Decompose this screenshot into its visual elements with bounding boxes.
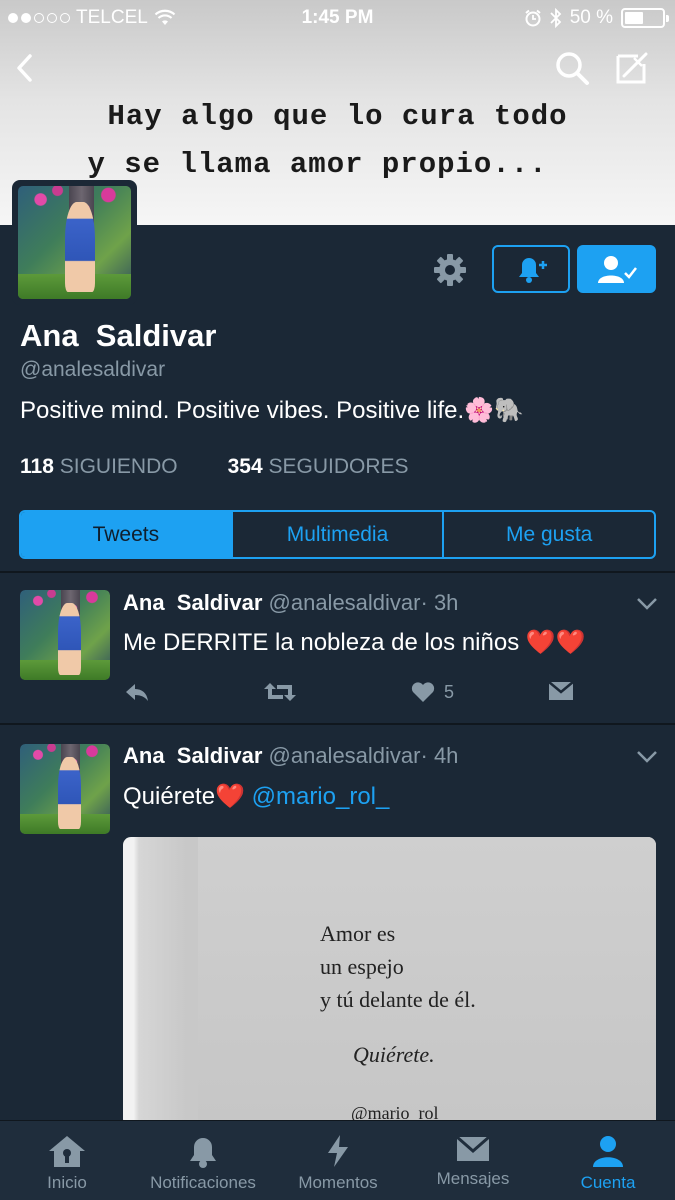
following-button[interactable] xyxy=(577,245,656,293)
reply-button[interactable] xyxy=(123,680,151,704)
tweet-header: Ana Saldivar @analesaldivar· 4h xyxy=(123,743,458,769)
retweet-icon xyxy=(264,683,296,701)
bluetooth-icon xyxy=(550,8,561,28)
tweet-time: · 3h xyxy=(420,590,459,615)
following-count: 118 xyxy=(20,455,54,478)
divider xyxy=(0,723,675,725)
status-bar: TELCEL 1:45 PM 50 % xyxy=(0,0,675,36)
tweet-author-handle: @analesaldivar xyxy=(268,743,421,768)
person-icon xyxy=(593,1136,623,1167)
profile-tabs: Tweets Multimedia Me gusta xyxy=(19,510,656,559)
compose-icon[interactable] xyxy=(612,48,652,88)
heart-icon xyxy=(411,682,435,702)
tab-tweets[interactable]: Tweets xyxy=(21,512,233,557)
nav-label: Momentos xyxy=(298,1173,378,1192)
tweet-author-handle: @analesaldivar xyxy=(268,590,421,615)
profile-bio: Positive mind. Positive vibes. Positive … xyxy=(20,397,524,424)
tweet-actions: 5 xyxy=(123,680,583,710)
followers-count-link[interactable]: 354 SEGUIDORES xyxy=(228,455,409,479)
person-check-icon xyxy=(597,256,637,283)
nav-label: Mensajes xyxy=(436,1169,510,1188)
nav-label: Inicio xyxy=(47,1173,87,1192)
bell-icon xyxy=(190,1138,216,1168)
like-button[interactable]: 5 xyxy=(410,680,454,704)
following-label: SIGUIENDO xyxy=(59,455,178,478)
profile-handle: @analesaldivar xyxy=(20,358,166,381)
divider xyxy=(0,571,675,573)
nav-label: Notificaciones xyxy=(150,1173,256,1192)
tab-likes[interactable]: Me gusta xyxy=(444,512,654,557)
lightning-icon xyxy=(328,1135,348,1167)
mention-link[interactable]: @mario_rol_ xyxy=(252,783,390,810)
tweet-text: Me DERRITE la nobleza de los niños ❤️❤️ xyxy=(123,629,586,656)
tweet-avatar[interactable] xyxy=(20,590,110,680)
nav-inicio[interactable]: Inicio xyxy=(22,1121,112,1200)
image-text-line: y tú delante de él. xyxy=(320,987,476,1012)
chevron-down-icon[interactable] xyxy=(636,750,658,764)
search-icon[interactable] xyxy=(552,48,592,88)
nav-notificaciones[interactable]: Notificaciones xyxy=(138,1121,268,1200)
image-text-line: Amor es xyxy=(320,921,396,946)
chevron-down-icon[interactable] xyxy=(636,597,658,611)
retweet-button[interactable] xyxy=(263,680,297,704)
profile-avatar[interactable] xyxy=(12,180,137,305)
followers-label: SEGUIDORES xyxy=(268,455,409,478)
tweet-text-body: Quiérete❤️ xyxy=(123,783,245,810)
tweet-media-image[interactable]: Amor es un espejo y tú delante de él. Qu… xyxy=(123,837,656,1127)
gear-icon[interactable] xyxy=(432,252,468,288)
followers-count: 354 xyxy=(227,455,263,478)
tab-multimedia[interactable]: Multimedia xyxy=(233,512,445,557)
nav-mensajes[interactable]: Mensajes xyxy=(428,1121,518,1200)
tweet-author-name[interactable]: Ana Saldivar xyxy=(123,743,262,768)
envelope-icon xyxy=(548,681,574,700)
bell-plus-icon xyxy=(519,258,547,283)
tweet-time: · 4h xyxy=(420,743,459,768)
nav-cuenta[interactable]: Cuenta xyxy=(563,1121,653,1200)
battery-percent: 50 % xyxy=(569,7,613,28)
reply-icon xyxy=(126,684,148,701)
tweet-avatar[interactable] xyxy=(20,744,110,834)
following-count-link[interactable]: 118 SIGUIENDO xyxy=(20,455,178,479)
image-text-line: Quiérete. xyxy=(353,1042,435,1067)
direct-message-button[interactable] xyxy=(548,680,574,702)
alarm-icon xyxy=(525,9,541,27)
follow-counts: 118 SIGUIENDO 354 SEGUIDORES xyxy=(20,455,409,479)
nav-momentos[interactable]: Momentos xyxy=(288,1121,388,1200)
banner-line-2: y se llama amor propio... xyxy=(87,148,548,181)
image-text-line: un espejo xyxy=(320,954,404,979)
back-icon[interactable] xyxy=(6,48,46,88)
notifications-bell-button[interactable] xyxy=(492,245,570,293)
book-page xyxy=(198,837,656,1127)
profile-name: Ana Saldivar xyxy=(20,318,217,353)
home-icon xyxy=(49,1136,85,1167)
battery-icon xyxy=(621,8,669,28)
tweet-text: Quiérete❤️ @mario_rol_ xyxy=(123,782,389,811)
tweet-author-name[interactable]: Ana Saldivar xyxy=(123,590,262,615)
envelope-icon xyxy=(456,1135,490,1161)
banner-line-1: Hay algo que lo cura todo xyxy=(107,100,568,133)
like-count: 5 xyxy=(444,681,455,702)
bottom-nav: Inicio Notificaciones Momentos Mensajes … xyxy=(0,1120,675,1200)
tweet-header: Ana Saldivar @analesaldivar· 3h xyxy=(123,590,458,616)
nav-label: Cuenta xyxy=(580,1173,636,1192)
